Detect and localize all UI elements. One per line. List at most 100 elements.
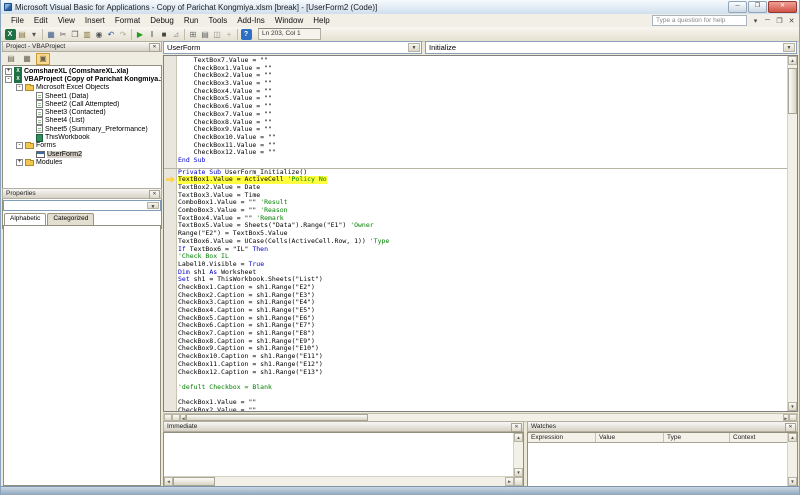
maximize-button[interactable]: ❐: [748, 1, 767, 13]
scroll-left-icon[interactable]: ◄: [164, 477, 173, 486]
find-icon[interactable]: ◉: [94, 29, 105, 40]
reset-icon[interactable]: ■: [159, 29, 170, 40]
tree-item-vbaproject-copy-of-parichat-kongmiya-xlsm[interactable]: -VBAProject (Copy of Parichat Kongmiya.x…: [3, 75, 161, 83]
scrollbar-track[interactable]: [215, 477, 505, 486]
watches-header: ExpressionValueTypeContext: [528, 433, 788, 443]
expander-expanded-icon[interactable]: -: [16, 84, 23, 91]
menu-item-debug[interactable]: Debug: [145, 16, 179, 25]
code-line-text: CheckBox12.Caption = sh1.Range("E13"): [178, 369, 323, 377]
code-segment: Then: [252, 245, 268, 253]
watches-close-icon[interactable]: ✕: [785, 423, 796, 432]
mdi-minimize-button[interactable]: ─: [763, 17, 772, 24]
tree-item-sheet1-data[interactable]: Sheet1 (Data): [3, 92, 161, 100]
mdi-window-controls: ▾ ─ ❐ ✕: [751, 15, 796, 26]
immediate-horizontal-scrollbar[interactable]: ◄ ►: [164, 476, 514, 486]
immediate-content[interactable]: ▲ ▼ ◄ ►: [163, 432, 524, 487]
chevron-down-icon[interactable]: ▼: [408, 43, 420, 52]
menu-item-add-ins[interactable]: Add-Ins: [232, 16, 270, 25]
scroll-up-icon[interactable]: ▲: [788, 433, 797, 442]
redo-icon[interactable]: ↷: [118, 29, 129, 40]
tree-item-userform2[interactable]: UserForm2: [3, 150, 161, 158]
scroll-up-icon[interactable]: ▲: [788, 56, 797, 65]
tree-item-sheet5-summary-preformance[interactable]: Sheet5 (Summary_Preformance): [3, 125, 161, 133]
help-icon[interactable]: ?: [241, 29, 252, 40]
close-button[interactable]: ✕: [768, 1, 797, 13]
scroll-right-icon[interactable]: ►: [505, 477, 514, 486]
properties-list[interactable]: [3, 225, 161, 486]
run-icon[interactable]: ▶: [135, 29, 146, 40]
scrollbar-track[interactable]: [368, 414, 782, 421]
cut-icon[interactable]: ✂: [58, 29, 69, 40]
scrollbar-thumb[interactable]: [186, 414, 368, 421]
chevron-down-icon[interactable]: ▼: [147, 202, 159, 209]
tab-alphabetic[interactable]: Alphabetic: [4, 213, 46, 225]
tree-item-microsoft-excel-objects[interactable]: -Microsoft Excel Objects: [3, 84, 161, 92]
copy-icon[interactable]: ❐: [70, 29, 81, 40]
scroll-up-icon[interactable]: ▲: [514, 433, 523, 442]
tree-item-comsharexl-comsharexl-xla[interactable]: +ComshareXL (ComshareXL.xla): [3, 67, 161, 75]
break-icon[interactable]: ‖: [147, 29, 158, 40]
toolbox-icon[interactable]: +: [224, 29, 235, 40]
menu-item-run[interactable]: Run: [179, 16, 204, 25]
scroll-down-icon[interactable]: ▼: [788, 402, 797, 411]
undo-icon[interactable]: ↶: [106, 29, 117, 40]
view-object-icon[interactable]: ▦: [20, 53, 34, 65]
code-vertical-scrollbar[interactable]: ▲ ▼: [787, 56, 797, 411]
object-browser-icon[interactable]: ◫: [212, 29, 223, 40]
watches-content[interactable]: ExpressionValueTypeContext ▲ ▼: [527, 432, 798, 487]
scrollbar-thumb[interactable]: [173, 477, 215, 486]
scrollbar-thumb[interactable]: [788, 68, 797, 114]
tab-categorized[interactable]: Categorized: [47, 213, 94, 225]
procedure-view-button[interactable]: [164, 414, 172, 421]
save-icon[interactable]: ▦: [46, 29, 57, 40]
menu-item-view[interactable]: View: [53, 16, 80, 25]
mdi-restore-button[interactable]: ❐: [775, 17, 784, 25]
expander-collapsed-icon[interactable]: +: [16, 159, 23, 166]
toggle-folders-icon[interactable]: ▣: [36, 53, 50, 65]
full-module-view-button[interactable]: [172, 414, 180, 421]
help-search-input[interactable]: Type a question for help: [652, 15, 747, 26]
project-explorer-icon[interactable]: ⊞: [188, 29, 199, 40]
tree-item-modules[interactable]: + Modules: [3, 158, 161, 166]
scroll-down-icon[interactable]: ▼: [788, 477, 797, 486]
tree-item-thisworkbook[interactable]: ThisWorkbook: [3, 133, 161, 141]
watches-vertical-scrollbar[interactable]: ▲ ▼: [787, 433, 797, 486]
tree-item-forms[interactable]: -Forms: [3, 142, 161, 150]
menu-item-edit[interactable]: Edit: [29, 16, 53, 25]
menu-item-file[interactable]: File: [6, 16, 29, 25]
procedure-dropdown[interactable]: Initialize ▼: [425, 41, 797, 54]
tree-item-sheet3-contacted[interactable]: Sheet3 (Contacted): [3, 108, 161, 116]
menu-item-format[interactable]: Format: [110, 16, 145, 25]
mdi-close-button[interactable]: ✕: [787, 17, 796, 25]
properties-object-combobox[interactable]: ▼: [3, 200, 161, 211]
minimize-button[interactable]: ─: [728, 1, 747, 13]
menu-item-insert[interactable]: Insert: [80, 16, 110, 25]
immediate-vertical-scrollbar[interactable]: ▲ ▼: [513, 433, 523, 486]
insert-userform-icon[interactable]: ▤: [17, 29, 28, 40]
design-mode-icon[interactable]: ⊿: [171, 29, 182, 40]
project-close-icon[interactable]: ✕: [149, 43, 160, 52]
object-dropdown[interactable]: UserForm ▼: [163, 41, 422, 54]
menu-item-window[interactable]: Window: [270, 16, 308, 25]
toolbar-options-icon[interactable]: ▾: [751, 17, 760, 25]
view-code-icon[interactable]: ▤: [4, 53, 18, 65]
properties-window-icon[interactable]: ▤: [200, 29, 211, 40]
dropdown-arrow-icon[interactable]: ▾: [29, 29, 40, 40]
expander-expanded-icon[interactable]: -: [16, 142, 23, 149]
view-excel-icon[interactable]: X: [5, 29, 16, 40]
code-editor[interactable]: TextBox7.Value = "" CheckBox1.Value = ""…: [163, 55, 798, 412]
expander-collapsed-icon[interactable]: +: [5, 68, 12, 75]
paste-icon[interactable]: ▥: [82, 29, 93, 40]
menu-item-help[interactable]: Help: [308, 16, 334, 25]
immediate-close-icon[interactable]: ✕: [511, 423, 522, 432]
properties-close-icon[interactable]: ✕: [149, 190, 160, 199]
tree-item-label: Modules: [36, 159, 62, 166]
tree-item-sheet4-list[interactable]: Sheet4 (List): [3, 117, 161, 125]
project-toolbar: ▤▦▣: [2, 52, 162, 65]
menu-item-tools[interactable]: Tools: [204, 16, 233, 25]
chevron-down-icon[interactable]: ▼: [783, 43, 795, 52]
tree-item-sheet2-call-attempted[interactable]: Sheet2 (Call Attempted): [3, 100, 161, 108]
code-segment: CheckBox12.Caption = sh1.Range("E13"): [178, 368, 323, 376]
scroll-down-icon[interactable]: ▼: [514, 468, 523, 477]
expander-expanded-icon[interactable]: -: [5, 76, 12, 83]
